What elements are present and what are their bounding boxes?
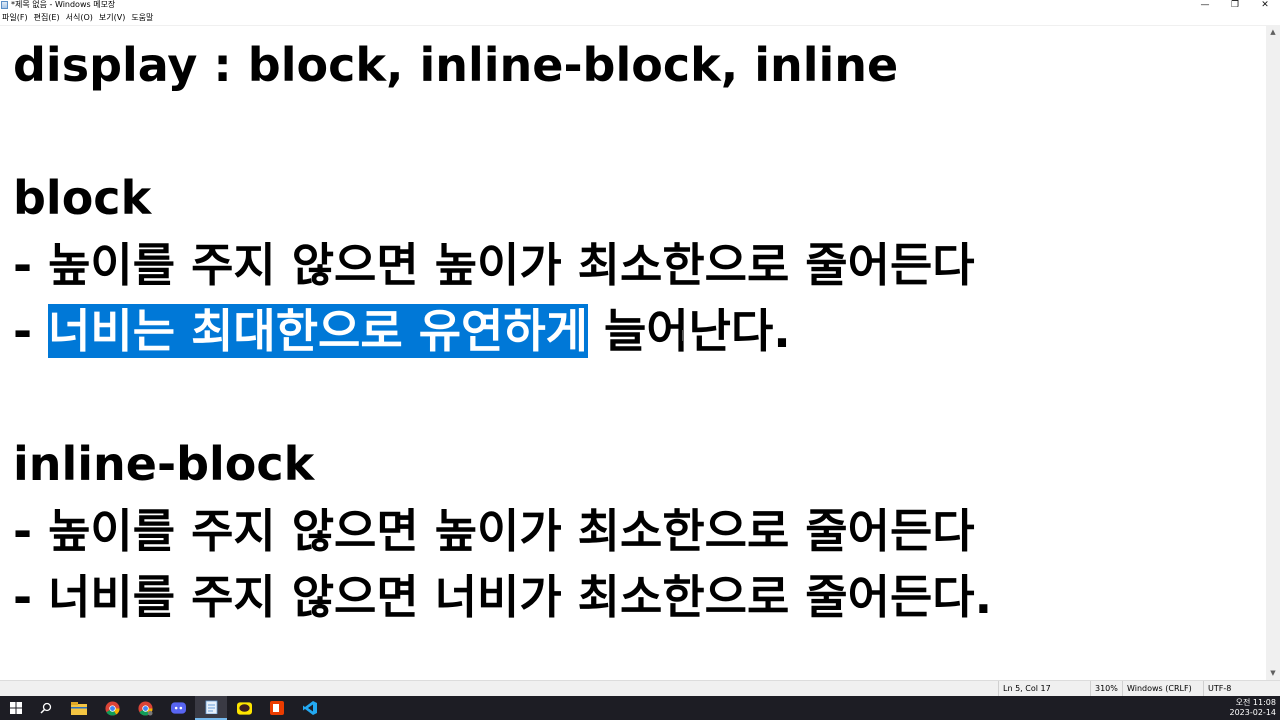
notepad-icon[interactable] xyxy=(195,696,227,720)
menu-help[interactable]: 도움말 xyxy=(129,11,157,25)
taskbar: 오전 11:08 2023-02-14 xyxy=(0,696,1280,720)
vertical-scrollbar[interactable]: ▲ ▼ xyxy=(1266,25,1280,680)
file-explorer-icon[interactable] xyxy=(63,696,95,720)
menu-edit[interactable]: 편집(E) xyxy=(32,11,64,25)
menu-format[interactable]: 서식(O) xyxy=(64,11,97,25)
restore-button[interactable]: ❐ xyxy=(1220,0,1250,11)
text-editor-area[interactable]: display : block, inline-block, inline bl… xyxy=(0,25,1266,681)
kakaotalk-icon[interactable] xyxy=(228,696,260,720)
editor-line-3: block xyxy=(13,171,152,225)
start-windows-icon[interactable] xyxy=(0,696,32,720)
scroll-down-arrow-icon[interactable]: ▼ xyxy=(1266,666,1280,680)
search-icon[interactable] xyxy=(30,696,62,720)
taskbar-clock[interactable]: 오전 11:08 2023-02-14 xyxy=(1230,698,1277,718)
vscode-icon[interactable] xyxy=(294,696,326,720)
chrome-icon[interactable] xyxy=(96,696,128,720)
discord-icon[interactable] xyxy=(162,696,194,720)
menu-bar: 파일(F) 편집(E) 서식(O) 보기(V) 도움말 xyxy=(0,11,1280,25)
editor-line-9: - 너비를 주지 않으면 너비가 최소한으로 줄어든다. xyxy=(13,570,993,624)
notepad-app-icon xyxy=(1,1,8,9)
menu-view[interactable]: 보기(V) xyxy=(97,11,129,25)
status-line-ending: Windows (CRLF) xyxy=(1122,681,1192,696)
editor-line-1: display : block, inline-block, inline xyxy=(13,38,899,92)
status-encoding: UTF-8 xyxy=(1203,681,1231,696)
selected-text[interactable]: 너비는 최대한으로 유연하게 xyxy=(48,304,588,358)
menu-file[interactable]: 파일(F) xyxy=(0,11,32,25)
office-icon[interactable] xyxy=(261,696,293,720)
clock-time: 오전 11:08 xyxy=(1235,698,1276,707)
close-button[interactable]: ✕ xyxy=(1250,0,1280,11)
editor-line-5: - 너비는 최대한으로 유연하게 늘어난다. xyxy=(13,298,791,365)
chrome-alt-icon[interactable] xyxy=(129,696,161,720)
status-bar: Ln 5, Col 17 310% Windows (CRLF) UTF-8 xyxy=(0,680,1280,696)
scroll-up-arrow-icon[interactable]: ▲ xyxy=(1266,25,1280,39)
editor-line-4: - 높이를 주지 않으면 높이가 최소한으로 줄어든다 xyxy=(13,238,975,292)
minimize-button[interactable]: — xyxy=(1190,0,1220,11)
line5-suffix: 늘어난다. xyxy=(587,304,791,358)
notepad-window: *제목 없음 - Windows 메모장 — ❐ ✕ 파일(F) 편집(E) 서… xyxy=(0,0,1280,696)
editor-line-8: - 높이를 주지 않으면 높이가 최소한으로 줄어든다 xyxy=(13,504,975,558)
status-zoom: 310% xyxy=(1090,681,1118,696)
title-bar[interactable]: *제목 없음 - Windows 메모장 — ❐ ✕ xyxy=(0,0,1280,11)
clock-date: 2023-02-14 xyxy=(1229,708,1277,717)
editor-line-7: inline-block xyxy=(13,437,315,491)
window-controls: — ❐ ✕ xyxy=(1190,0,1280,11)
window-title: *제목 없음 - Windows 메모장 xyxy=(11,0,116,9)
line5-prefix: - xyxy=(13,304,49,358)
ibeam-cursor-icon xyxy=(682,330,686,341)
status-cursor-position: Ln 5, Col 17 xyxy=(998,681,1051,696)
